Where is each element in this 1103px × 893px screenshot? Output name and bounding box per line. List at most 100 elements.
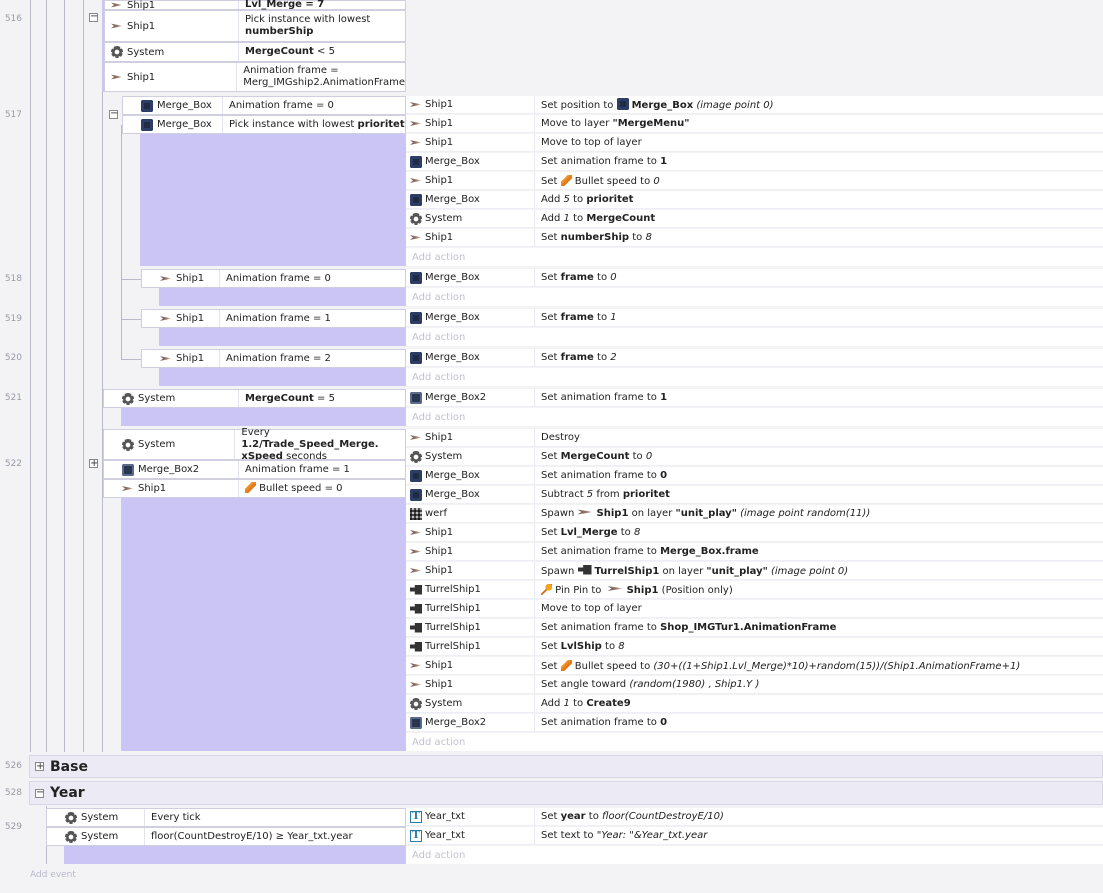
tree-line — [46, 0, 47, 752]
action-text: Set — [541, 527, 561, 538]
expand-toggle[interactable]: + — [35, 762, 44, 772]
action-row[interactable]: System Add 1 to Create9 — [406, 695, 1103, 713]
action-row[interactable]: Ship1 Set position to Merge_Box (image p… — [406, 96, 1103, 114]
action-row[interactable]: Merge_Box Set frame to 2 — [406, 349, 1103, 367]
collapse-toggle[interactable]: − — [35, 788, 44, 798]
action-row[interactable]: Ship1 Set Bullet speed to 0 — [406, 172, 1103, 190]
condition-row[interactable]: System floor(CountDestroyE/10) ≥ Year_tx… — [46, 827, 406, 846]
action-row[interactable]: Merge_Box Set frame to 0 — [406, 269, 1103, 287]
action-param: 1 — [660, 392, 668, 403]
action-row[interactable]: Ship1 Spawn TurrelShip1 on layer "unit_p… — [406, 562, 1103, 580]
condition-row[interactable]: System MergeCount = 5 — [103, 389, 406, 408]
bullet-icon — [560, 659, 572, 671]
action-param: Merge_Box.frame — [660, 546, 759, 557]
text-object-icon: T — [410, 810, 422, 823]
action-param: MergeCount — [586, 213, 656, 224]
action-row[interactable]: Merge_Box Subtract 5 from prioritet — [406, 486, 1103, 504]
add-event-link[interactable]: Add event — [30, 870, 76, 880]
action-row[interactable]: Ship1 Set Bullet speed to (30+((1+Ship1.… — [406, 657, 1103, 675]
action-row[interactable]: T Year_txt Set year to floor(CountDestroy… — [406, 808, 1103, 826]
add-action-link[interactable]: Add action — [406, 733, 1103, 751]
action-row[interactable]: System Add 1 to MergeCount — [406, 210, 1103, 228]
action-text: Set — [541, 312, 561, 323]
action-row[interactable]: Ship1 Set numberShip to 8 — [406, 229, 1103, 247]
group-base[interactable]: + Base — [29, 755, 1103, 778]
action-row[interactable]: Ship1 Set angle toward (random(1980) , S… — [406, 676, 1103, 694]
ship-icon — [410, 178, 422, 183]
condition-row[interactable]: Ship1 Animation frame = 1 — [141, 309, 406, 328]
action-row[interactable]: Merge_Box2 Set animation frame to 0 — [406, 714, 1103, 732]
tree-line — [30, 0, 31, 752]
object-name: Ship1 — [425, 232, 454, 243]
object-name: Ship1 — [425, 565, 454, 576]
action-param: Lvl_Merge — [560, 527, 618, 538]
condition-row[interactable]: Merge_Box2 Animation frame = 1 — [103, 460, 406, 479]
line-number: 522 — [4, 459, 22, 469]
action-row[interactable]: TurrelShip1 Set animation frame to Shop_… — [406, 619, 1103, 637]
add-action-link[interactable]: Add action — [406, 846, 1103, 864]
expand-toggle[interactable]: + — [89, 459, 98, 469]
add-action-link[interactable]: Add action — [406, 248, 1103, 266]
condition-row[interactable]: Ship1 Animation frame = 2 — [141, 349, 406, 368]
merge-box-icon — [410, 469, 422, 482]
action-row[interactable]: Merge_Box Add 5 to prioritet — [406, 191, 1103, 209]
add-action-link[interactable]: Add action — [406, 288, 1103, 306]
object-name: Year_txt — [425, 811, 465, 822]
condition-row[interactable]: Merge_Box Pick instance with lowest prio… — [122, 115, 406, 134]
ship-icon — [160, 276, 172, 281]
action-row[interactable]: TurrelShip1 Set LvlShip to 8 — [406, 638, 1103, 656]
action-row[interactable]: Ship1 Set animation frame to Merge_Box.f… — [406, 543, 1103, 561]
action-row[interactable]: Ship1 Move to top of layer — [406, 134, 1103, 152]
collapse-toggle[interactable]: − — [89, 12, 98, 22]
action-row[interactable]: TurrelShip1 Move to top of layer — [406, 600, 1103, 618]
action-text: Set animation frame to — [541, 470, 661, 481]
condition-row[interactable]: Merge_Box Animation frame = 0 — [122, 96, 406, 115]
action-row[interactable]: Ship1 Set Lvl_Merge to 8 — [406, 524, 1103, 542]
action-text: to — [585, 811, 602, 822]
action-row[interactable]: werf Spawn Ship1 on layer "unit_play" (i… — [406, 505, 1103, 523]
action-text: Destroy — [541, 432, 580, 443]
object-name: System — [425, 451, 463, 462]
action-param: "unit_play" — [706, 565, 768, 577]
action-row[interactable]: T Year_txt Set text to "Year: "&Year_txt.… — [406, 827, 1103, 845]
action-row[interactable]: System Set MergeCount to 0 — [406, 448, 1103, 466]
condition-text: Every — [241, 426, 270, 438]
condition-text: Every tick — [151, 811, 201, 823]
condition-text: Animation frame = 1 — [226, 312, 331, 324]
action-row[interactable]: Merge_Box2 Set animation frame to 1 — [406, 389, 1103, 407]
object-name: Year_txt — [425, 830, 465, 841]
collapse-toggle[interactable]: − — [109, 109, 118, 119]
action-row[interactable]: Ship1 Destroy — [406, 429, 1103, 447]
action-row[interactable]: TurrelShip1 Pin Pin to Ship1 (Position o… — [406, 581, 1103, 599]
group-title: Year — [50, 785, 85, 801]
condition-row[interactable]: Ship1 Animation frame = 0 — [141, 269, 406, 288]
ship-icon — [410, 663, 422, 668]
object-name: Ship1 — [425, 546, 454, 557]
ship-icon — [160, 356, 172, 361]
object-name: Merge_Box2 — [425, 717, 487, 728]
pin-icon — [541, 583, 552, 595]
tree-line — [121, 319, 141, 320]
group-year[interactable]: − Year — [29, 781, 1103, 805]
action-row[interactable]: Merge_Box Set animation frame to 0 — [406, 467, 1103, 485]
condition-row[interactable]: Ship1 Pick instance with lowest numberShi… — [104, 10, 406, 42]
action-row[interactable]: Merge_Box Set frame to 1 — [406, 309, 1103, 327]
add-action-link[interactable]: Add action — [406, 368, 1103, 386]
condition-row[interactable]: Ship1 Lvl_Merge = 7 — [104, 0, 406, 11]
text-object-icon: T — [410, 829, 422, 842]
add-action-link[interactable]: Add action — [406, 328, 1103, 346]
action-text: Subtract — [541, 489, 587, 500]
action-text: Set — [541, 232, 561, 243]
condition-text: = 5 — [313, 392, 335, 404]
condition-row[interactable]: System Every 1.2/Trade_Speed_Merge. xSpee… — [103, 426, 406, 462]
condition-row[interactable]: System MergeCount < 5 — [104, 42, 406, 62]
action-row[interactable]: Ship1 Move to layer "MergeMenu" — [406, 115, 1103, 133]
gear-icon — [410, 450, 422, 463]
action-text: Move to layer — [541, 118, 613, 129]
condition-row[interactable]: System Every tick — [46, 808, 406, 827]
condition-row[interactable]: Ship1 Animation frame = Merg_IMGship2.Ani… — [104, 62, 406, 92]
condition-row[interactable]: Ship1 Bullet speed = 0 — [103, 479, 406, 498]
action-row[interactable]: Merge_Box Set animation frame to 1 — [406, 153, 1103, 171]
action-param: (image point random(11)) — [736, 508, 871, 519]
add-action-link[interactable]: Add action — [406, 408, 1103, 426]
